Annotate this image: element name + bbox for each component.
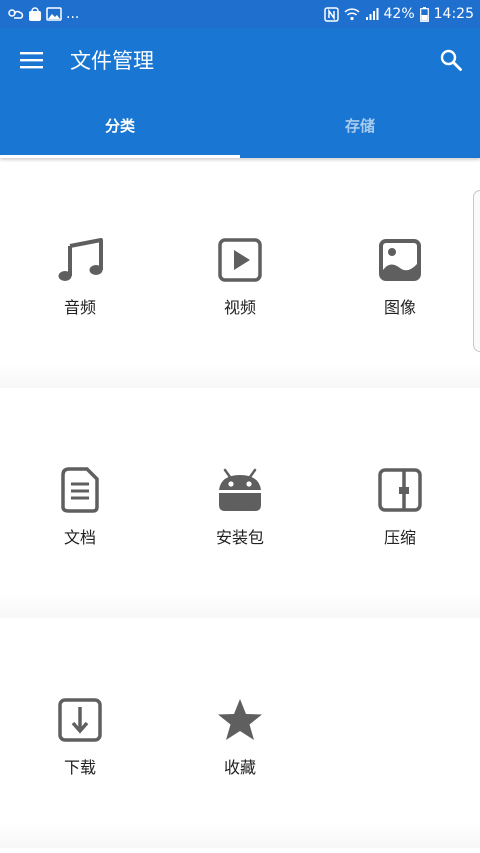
category-grid: 音频 视频 图像 文档 安装包 压缩 下载 收藏 bbox=[0, 158, 480, 848]
more-notifications: ... bbox=[66, 6, 80, 22]
category-archive[interactable]: 压缩 bbox=[320, 466, 480, 548]
nfc-icon bbox=[323, 6, 339, 22]
signal-icon bbox=[365, 8, 379, 20]
category-image[interactable]: 图像 bbox=[320, 236, 480, 318]
status-bar: ... 42% 14:25 bbox=[0, 0, 480, 28]
category-apk[interactable]: 安装包 bbox=[160, 466, 320, 548]
tab-storage-label: 存储 bbox=[344, 116, 375, 135]
video-play-icon bbox=[218, 238, 262, 282]
category-document[interactable]: 文档 bbox=[0, 466, 160, 548]
search-button[interactable] bbox=[422, 28, 480, 92]
grid-row: 下载 收藏 bbox=[0, 618, 480, 848]
image-icon bbox=[379, 239, 421, 281]
tab-category-label: 分类 bbox=[104, 116, 135, 135]
android-icon bbox=[219, 468, 261, 511]
battery-percent: 42% bbox=[383, 6, 415, 22]
category-label: 文档 bbox=[63, 528, 96, 547]
archive-icon bbox=[378, 468, 422, 512]
category-label: 音频 bbox=[63, 298, 96, 317]
category-label: 视频 bbox=[223, 298, 256, 317]
category-label: 下载 bbox=[63, 758, 96, 777]
document-icon bbox=[61, 467, 99, 513]
menu-button[interactable] bbox=[0, 28, 64, 92]
battery-icon bbox=[419, 6, 429, 22]
category-download[interactable]: 下载 bbox=[0, 696, 160, 778]
tab-storage[interactable]: 存储 bbox=[240, 92, 480, 158]
category-label: 收藏 bbox=[223, 758, 256, 777]
category-label: 安装包 bbox=[215, 528, 264, 547]
music-note-icon bbox=[58, 238, 103, 281]
tab-category[interactable]: 分类 bbox=[0, 92, 240, 158]
tab-bar: 分类 存储 bbox=[0, 92, 480, 158]
category-favorites[interactable]: 收藏 bbox=[160, 696, 320, 778]
download-icon bbox=[58, 698, 102, 742]
app-bar: 文件管理 bbox=[0, 28, 480, 92]
star-icon bbox=[218, 699, 262, 740]
category-video[interactable]: 视频 bbox=[160, 236, 320, 318]
category-label: 压缩 bbox=[383, 528, 416, 547]
hamburger-menu-icon bbox=[20, 52, 43, 69]
search-icon bbox=[440, 49, 462, 71]
weather-icon bbox=[8, 9, 24, 19]
wifi-icon bbox=[343, 8, 360, 21]
shopping-bag-icon bbox=[29, 7, 41, 21]
grid-row: 文档 安装包 压缩 bbox=[0, 388, 480, 618]
category-audio[interactable]: 音频 bbox=[0, 236, 160, 318]
grid-row: 音频 视频 图像 bbox=[0, 158, 480, 388]
page-title: 文件管理 bbox=[70, 49, 154, 73]
gallery-notification-icon bbox=[46, 7, 62, 21]
clock: 14:25 bbox=[433, 6, 474, 22]
category-label: 图像 bbox=[383, 298, 416, 317]
